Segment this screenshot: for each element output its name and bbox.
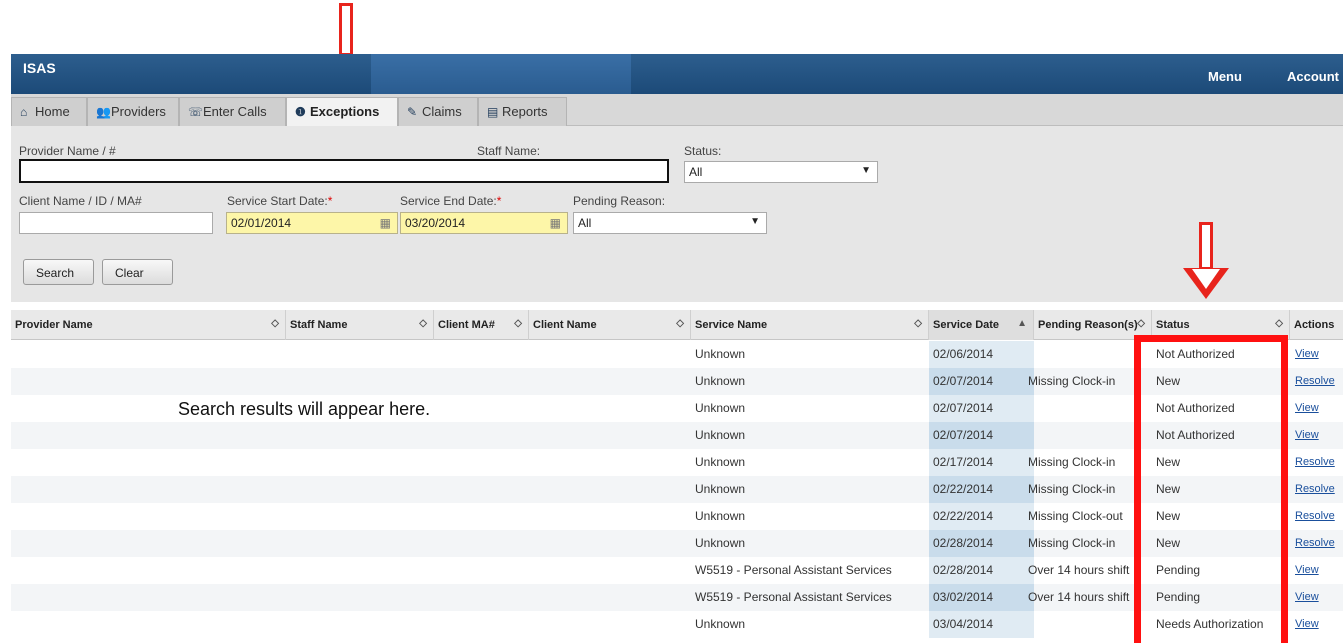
chevron-down-icon: ▼: [861, 165, 871, 176]
resolve-link[interactable]: Resolve: [1295, 456, 1335, 468]
provider-input[interactable]: [19, 159, 669, 183]
view-link[interactable]: View: [1295, 618, 1319, 630]
col-actions: Actions: [1294, 319, 1335, 331]
tab-exceptions[interactable]: ❶ Exceptions: [286, 97, 398, 126]
calendar-icon[interactable]: ▦: [550, 216, 561, 230]
view-link[interactable]: View: [1295, 348, 1319, 360]
sort-icon: ◇: [419, 318, 427, 329]
view-link[interactable]: View: [1295, 564, 1319, 576]
resolve-link[interactable]: Resolve: [1295, 375, 1335, 387]
tab-home[interactable]: ⌂ Home: [11, 97, 87, 126]
sort-icon: ◇: [1137, 318, 1145, 329]
sort-icon: ◇: [914, 318, 922, 329]
sort-icon: ◇: [676, 318, 684, 329]
col-provider-name[interactable]: Provider Name ◇: [11, 310, 286, 340]
provider-label: Provider Name / #: [19, 144, 116, 158]
edit-icon: ✎: [407, 105, 418, 119]
view-link[interactable]: View: [1295, 429, 1319, 441]
clear-button[interactable]: Clear: [102, 259, 173, 285]
menu-link[interactable]: Menu: [1208, 69, 1242, 84]
sort-icon: ◇: [1275, 318, 1283, 329]
search-button[interactable]: Search: [23, 259, 94, 285]
col-client-ma[interactable]: Client MA# ◇: [434, 310, 529, 340]
tab-enter-calls[interactable]: ☏Enter Calls: [179, 97, 286, 126]
col-service-name[interactable]: Service Name ◇: [691, 310, 929, 340]
start-date-input[interactable]: 02/01/2014 ▦: [226, 212, 398, 234]
col-client-name[interactable]: Client Name ◇: [529, 310, 691, 340]
app-header: ISAS Menu Account: [11, 54, 1343, 94]
account-link[interactable]: Account: [1287, 69, 1339, 84]
view-link[interactable]: View: [1295, 402, 1319, 414]
status-select[interactable]: All ▼: [684, 161, 878, 183]
tab-reports[interactable]: ▤ Reports: [478, 97, 567, 126]
staff-label: Staff Name:: [477, 144, 541, 158]
calendar-icon[interactable]: ▦: [380, 216, 391, 230]
pending-reason-select[interactable]: All ▼: [573, 212, 767, 234]
view-link[interactable]: View: [1295, 591, 1319, 603]
col-staff-name[interactable]: Staff Name ◇: [286, 310, 434, 340]
sort-icon: ◇: [271, 318, 279, 329]
end-date-label: Service End Date:*: [400, 194, 502, 208]
status-label: Status:: [684, 144, 722, 158]
search-filters: Provider Name / # Staff Name: Status: Al…: [11, 126, 1343, 302]
app-title: ISAS: [23, 60, 56, 76]
exclamation-icon: ❶: [295, 105, 306, 119]
end-date-input[interactable]: 03/20/2014 ▦: [400, 212, 568, 234]
start-date-label: Service Start Date:*: [227, 194, 333, 208]
users-icon: 👥: [96, 105, 111, 119]
results-placeholder-message: Search results will appear here.: [178, 399, 431, 419]
annotation-highlight-box: [1134, 335, 1288, 643]
tab-claims[interactable]: ✎ Claims: [398, 97, 478, 126]
tab-bar: ⌂ Home 👥Providers ☏Enter Calls ❶ Exception…: [11, 94, 1343, 126]
sort-asc-icon: ▲: [1017, 318, 1027, 329]
col-service-date[interactable]: Service Date ▲: [929, 310, 1034, 340]
pending-reason-label: Pending Reason:: [573, 194, 666, 208]
sort-icon: ◇: [514, 318, 522, 329]
resolve-link[interactable]: Resolve: [1295, 537, 1335, 549]
resolve-link[interactable]: Resolve: [1295, 510, 1335, 522]
chevron-down-icon: ▼: [750, 216, 760, 227]
home-icon: ⌂: [20, 105, 28, 119]
phone-icon: ☏: [188, 105, 204, 119]
client-input[interactable]: [19, 212, 213, 234]
client-label: Client Name / ID / MA#: [19, 194, 142, 208]
resolve-link[interactable]: Resolve: [1295, 483, 1335, 495]
report-icon: ▤: [487, 105, 499, 119]
tab-providers[interactable]: 👥Providers: [87, 97, 179, 126]
